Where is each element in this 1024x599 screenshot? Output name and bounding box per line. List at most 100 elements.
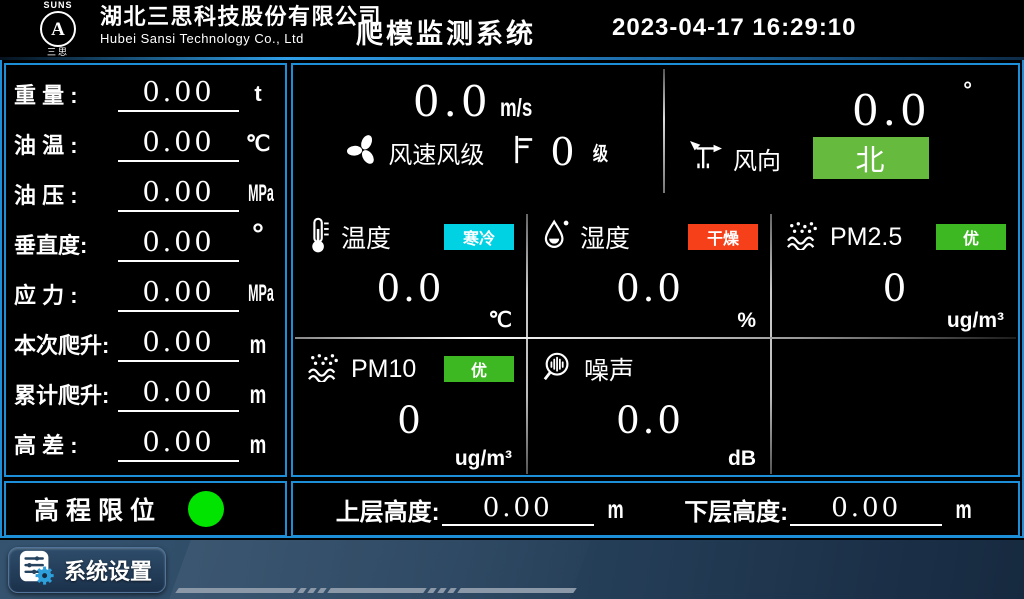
humidity-cell: 湿度 干燥 0.0 % (528, 207, 770, 337)
measure-label: 高 差 : (14, 428, 118, 460)
measure-value: 0.00 (118, 426, 239, 462)
pm25-label: PM2.5 (830, 223, 902, 252)
system-settings-button[interactable]: 系统设置 (8, 547, 166, 593)
bottom-bar: 系统设置 (0, 540, 1024, 599)
measure-row-total-climb: 累计爬升: 0.00 m (14, 370, 277, 418)
company-name-block: 湖北三思科技股份有限公司 Hubei Sansi Technology Co.,… (100, 4, 382, 47)
measure-unit: m (244, 429, 271, 460)
company-name-en: Hubei Sansi Technology Co., Ltd (100, 31, 382, 47)
wind-grade-flag-icon (514, 134, 534, 170)
measure-value: 0.00 (118, 176, 239, 212)
humidity-value: 0.0 (542, 267, 758, 310)
logo-cn-text: 三思 (24, 48, 92, 57)
temperature-value: 0.0 (307, 267, 514, 310)
noise-icon (542, 351, 574, 388)
humidity-unit: % (737, 309, 756, 333)
pm10-unit: ug/m³ (455, 447, 512, 471)
wind-speed-section: 0.0 m/s 风速风级 (293, 65, 663, 207)
wind-grade-value: 0 (550, 130, 574, 174)
measure-row-height-diff: 高 差 : 0.00 m (14, 420, 277, 468)
measure-value: 0.00 (118, 276, 239, 312)
elevation-limit-label: 高程限位 (34, 491, 162, 527)
measure-label: 垂直度: (14, 228, 118, 260)
logo-letter: A (51, 20, 65, 39)
fan-icon (346, 133, 380, 172)
measure-unit: ℃ (239, 131, 277, 157)
settings-button-label: 系统设置 (64, 554, 152, 586)
logo-suns-text: SUNS (24, 1, 92, 10)
temperature-label: 温度 (341, 219, 391, 255)
pm10-value: 0 (307, 399, 514, 442)
upper-height-label: 上层高度: (336, 492, 440, 527)
temperature-cell: 温度 寒冷 0.0 ℃ (293, 207, 526, 337)
lower-height-value: 0.00 (790, 492, 942, 527)
pm10-label: PM10 (351, 355, 416, 384)
humidity-status-badge: 干燥 (688, 224, 758, 250)
elevation-limit-panel: 高程限位 (4, 481, 287, 537)
pm10-status-badge: 优 (444, 356, 514, 382)
wind-speed-label: 风速风级 (388, 135, 484, 170)
noise-value: 0.0 (542, 399, 758, 442)
logo-circle-icon: A (40, 11, 76, 47)
upper-height-value: 0.00 (442, 492, 594, 527)
measure-value: 0.00 (118, 76, 239, 112)
humidity-label: 湿度 (580, 219, 630, 255)
measurement-panel: 重 量 : 0.00 t 油 温 : 0.00 ℃ 油 压 : 0.00 MPa… (4, 63, 287, 477)
measure-row-verticality: 垂直度: 0.00 ° (14, 220, 277, 268)
measure-label: 累计爬升: (14, 378, 118, 410)
pm25-cell: PM2.5 优 0 ug/m³ (772, 207, 1018, 337)
measure-row-oil-temp: 油 温 : 0.00 ℃ (14, 120, 277, 168)
elevation-limit-status-light (188, 491, 224, 527)
upper-height-group: 上层高度: 0.00 m (307, 492, 656, 527)
measure-unit: m (244, 329, 271, 360)
noise-cell: 噪声 0.0 dB (528, 339, 770, 475)
noise-label: 噪声 (584, 351, 634, 387)
dust-icon (786, 220, 820, 255)
noise-unit: dB (728, 447, 756, 471)
climbing-formwork-monitor-screen: SUNS A 三思 湖北三思科技股份有限公司 Hubei Sansi Techn… (0, 0, 1024, 599)
measure-unit: t (239, 81, 277, 107)
wind-speed-value: 0.0 (413, 77, 492, 126)
droplet-icon (542, 218, 570, 256)
measure-label: 油 压 : (14, 178, 118, 210)
wind-direction-unit: ° (963, 77, 972, 102)
wind-direction-section: 0.0 ° (665, 65, 1018, 207)
measure-row-oil-pressure: 油 压 : 0.00 MPa (14, 170, 277, 218)
measure-label: 本次爬升: (14, 328, 118, 360)
wind-direction-indicator[interactable]: 北 (813, 137, 929, 179)
measure-label: 油 温 : (14, 128, 118, 160)
environment-panel: 0.0 m/s 风速风级 (291, 63, 1020, 477)
wind-direction-value: 0.0 (852, 86, 931, 135)
wind-vane-icon (689, 140, 723, 177)
dust-icon (307, 352, 341, 387)
wind-direction-label: 风向 (733, 141, 781, 176)
company-name-cn: 湖北三思科技股份有限公司 (100, 4, 382, 30)
layer-heights-panel: 上层高度: 0.00 m 下层高度: 0.00 m (291, 481, 1020, 537)
measure-row-weight: 重 量 : 0.00 t (14, 70, 277, 118)
measure-value: 0.00 (118, 226, 239, 262)
lower-height-label: 下层高度: (684, 492, 788, 527)
header-divider (0, 57, 1024, 60)
decorative-stripe (177, 588, 575, 593)
measure-unit: MPa (248, 280, 268, 308)
lower-height-unit: m (956, 494, 972, 525)
wind-grade-unit: 级 (592, 139, 607, 166)
settings-sliders-icon (18, 549, 56, 592)
header: SUNS A 三思 湖北三思科技股份有限公司 Hubei Sansi Techn… (0, 0, 1024, 57)
page-title: 爬模监测系统 (356, 12, 536, 51)
datetime-display: 2023-04-17 16:29:10 (612, 14, 857, 42)
environment-grid: 温度 寒冷 0.0 ℃ 湿度 干燥 (293, 207, 1018, 475)
upper-height-unit: m (607, 494, 623, 525)
wind-row: 0.0 m/s 风速风级 (293, 65, 1018, 207)
pm25-value: 0 (786, 267, 1006, 310)
pm25-unit: ug/m³ (947, 309, 1004, 333)
company-logo: SUNS A 三思 (24, 1, 92, 57)
measure-unit: m (244, 379, 271, 410)
measure-row-stress: 应 力 : 0.00 MPa (14, 270, 277, 318)
measure-value: 0.00 (118, 126, 239, 162)
measure-value: 0.00 (118, 376, 239, 412)
temperature-unit: ℃ (488, 308, 512, 333)
measure-value: 0.00 (118, 326, 239, 362)
pm10-cell: PM10 优 0 ug/m³ (293, 339, 526, 475)
wind-speed-unit: m/s (500, 94, 532, 123)
